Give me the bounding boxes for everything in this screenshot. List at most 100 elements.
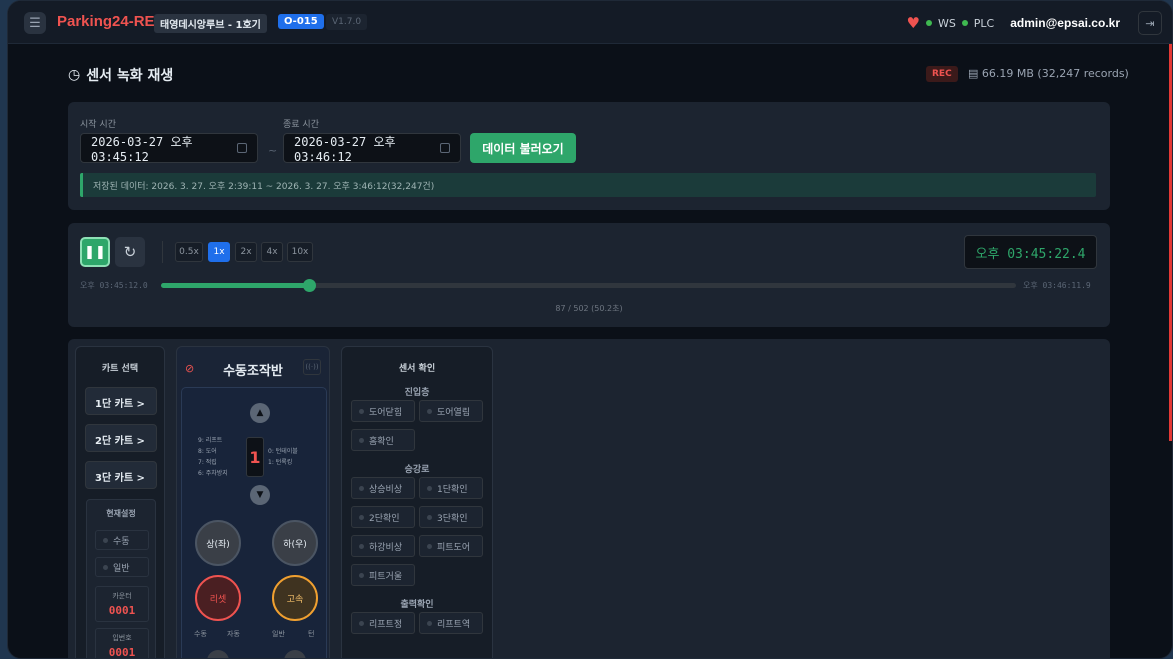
up-left-button[interactable]: 상(좌) bbox=[195, 520, 241, 566]
mode-label: 수동 bbox=[194, 630, 207, 638]
mode-manual-label: 수동 bbox=[113, 536, 130, 547]
sensor-label: 도어닫힘 bbox=[369, 407, 403, 418]
manual-control-panel: ⊘ 수동조작반 ((·)) ▲ 9: 리프트 8: 도어 7: 적립 6: 주차… bbox=[176, 346, 330, 658]
app-window: ☰ Parking24-RE 태영데시앙루브 - 1호기 O-015 V1.7.… bbox=[7, 0, 1173, 659]
status-dot bbox=[427, 485, 432, 491]
refresh-icon: ↻ bbox=[123, 243, 137, 261]
sensor-label: 리프트역 bbox=[437, 619, 471, 630]
sensor-label: 리프트정 bbox=[369, 619, 403, 630]
status-dot bbox=[359, 543, 364, 549]
reset-button[interactable]: 리셋 bbox=[195, 575, 241, 621]
speed-button-0-5x[interactable]: 0.5x bbox=[175, 242, 203, 262]
mode-switch-2[interactable] bbox=[284, 650, 306, 658]
logout-icon[interactable]: ⇥ bbox=[1138, 11, 1162, 35]
cart-3-button[interactable]: 3단 카트 > bbox=[85, 461, 157, 489]
end-time-input[interactable]: 2026-03-27 오후 03:46:12 bbox=[283, 133, 461, 164]
page-title-text: 센서 녹화 재생 bbox=[86, 68, 174, 84]
timeline-end: 오후 03:46:11.9 bbox=[1023, 281, 1091, 290]
database-icon: ▤ bbox=[968, 67, 982, 80]
speed-button-2x[interactable]: 2x bbox=[235, 242, 257, 262]
divider bbox=[162, 241, 163, 263]
ws-label: WS bbox=[937, 16, 956, 30]
status-dot bbox=[359, 514, 364, 520]
status-dot bbox=[103, 564, 108, 570]
mode-label: 일반 bbox=[272, 630, 285, 638]
broadcast-icon[interactable]: ((·)) bbox=[303, 359, 321, 375]
start-time-value: 2026-03-27 오후 03:45:12 bbox=[91, 134, 193, 164]
sensor-indicator: 피트도어 bbox=[419, 535, 483, 557]
status-dot bbox=[359, 408, 364, 414]
range-separator: ~ bbox=[268, 144, 278, 157]
settings-title: 현재설정 bbox=[106, 509, 136, 518]
sensor-section-title: 승강로 bbox=[404, 465, 430, 475]
player-panel: ❚❚ ↻ 0.5x 1x 2x 4x 10x 오후 03:45:22.4 오후 03:4… bbox=[68, 223, 1110, 327]
timeline-thumb[interactable] bbox=[302, 279, 316, 292]
cart-2-button[interactable]: 2단 카트 > bbox=[85, 424, 157, 452]
rec-badge: REC bbox=[926, 66, 958, 82]
calendar-icon[interactable] bbox=[440, 143, 450, 153]
start-time-input[interactable]: 2026-03-27 오후 03:45:12 bbox=[80, 133, 258, 164]
down-right-button[interactable]: 하(우) bbox=[272, 520, 318, 566]
restart-button[interactable]: ↻ bbox=[115, 237, 145, 267]
end-time-value: 2026-03-27 오후 03:46:12 bbox=[294, 134, 396, 164]
plc-status-dot bbox=[961, 20, 968, 26]
fast-button[interactable]: 고속 bbox=[272, 575, 318, 621]
sensor-indicator: 상승비상 bbox=[351, 477, 415, 499]
load-data-button[interactable]: 데이터 불러오기 bbox=[470, 133, 576, 163]
sensor-section-title: 출력확인 bbox=[400, 600, 434, 610]
menu-icon[interactable]: ☰ bbox=[24, 12, 46, 34]
sensor-label: 1단확인 bbox=[437, 484, 468, 495]
sensor-label: 홈확인 bbox=[369, 436, 394, 447]
mode-normal-label: 일반 bbox=[113, 563, 130, 574]
start-time-label: 시작 시간 bbox=[80, 120, 116, 130]
cart-1-button[interactable]: 1단 카트 > bbox=[85, 387, 157, 415]
legend-item: 1: 턴록킹 bbox=[268, 459, 293, 466]
floor-down-button[interactable]: ▼ bbox=[250, 485, 270, 505]
pause-button[interactable]: ❚❚ bbox=[80, 237, 110, 267]
pause-icon: ❚❚ bbox=[84, 244, 106, 260]
page-title: ◷ 센서 녹화 재생 bbox=[68, 65, 173, 85]
plc-label: PLC bbox=[973, 16, 995, 30]
floor-up-button[interactable]: ▲ bbox=[250, 403, 270, 423]
site-badge: 태영데시앙루브 - 1호기 bbox=[154, 14, 267, 33]
heart-icon: ♥ bbox=[906, 14, 920, 32]
legend-item: 0: 턴테이블 bbox=[268, 448, 298, 455]
sensor-indicator: 홈확인 bbox=[351, 429, 415, 451]
connection-status: ♥ WS PLC admin@epsai.co.kr bbox=[906, 14, 1120, 32]
calendar-icon[interactable] bbox=[237, 143, 247, 153]
top-header: ☰ Parking24-RE 태영데시앙루브 - 1호기 O-015 V1.7.… bbox=[8, 1, 1172, 44]
sensor-label: 도어열림 bbox=[437, 407, 471, 418]
brand-title: Parking24-RE bbox=[57, 13, 155, 30]
status-dot bbox=[103, 537, 108, 543]
counter-display: 카운터 0001 bbox=[95, 586, 149, 622]
status-dot bbox=[359, 572, 364, 578]
timeline-slider[interactable] bbox=[161, 279, 1016, 292]
status-dot bbox=[359, 485, 364, 491]
clock-icon: ◷ bbox=[68, 67, 81, 83]
mode-switch-1[interactable] bbox=[207, 650, 229, 658]
counter-value: 0001 bbox=[108, 604, 136, 617]
sensor-check-panel: 센서 확인 진입층 도어닫힘 도어열림 홈확인 승강로 상승비상 1단확인 2단확인 3단확인 하… bbox=[341, 346, 493, 658]
counter-label: 카운터 bbox=[112, 592, 132, 600]
range-panel: 시작 시간 2026-03-27 오후 03:45:12 ~ 종료 시간 202… bbox=[68, 102, 1110, 210]
timeline-progress bbox=[161, 283, 309, 288]
arrow-up-icon: ▲ bbox=[256, 408, 264, 418]
speed-button-4x[interactable]: 4x bbox=[261, 242, 283, 262]
status-dot bbox=[359, 620, 364, 626]
sensor-indicator: 리프트정 bbox=[351, 612, 415, 634]
speed-button-1x[interactable]: 1x bbox=[208, 242, 230, 262]
cart-select-title: 카트 선택 bbox=[101, 364, 139, 374]
playback-clock: 오후 03:45:22.4 bbox=[964, 235, 1097, 269]
user-email: admin@epsai.co.kr bbox=[1010, 16, 1120, 30]
site-code-badge: O-015 bbox=[278, 14, 324, 29]
storage-info: ▤ 66.19 MB (32,247 records) bbox=[968, 67, 1129, 80]
sensor-indicator: 도어열림 bbox=[419, 400, 483, 422]
mode-label: 턴 bbox=[308, 630, 315, 638]
timeline-start: 오후 03:45:12.0 bbox=[80, 281, 148, 290]
legend-item: 7: 적립 bbox=[198, 459, 217, 466]
storage-text: 66.19 MB (32,247 records) bbox=[981, 67, 1129, 80]
sensor-label: 상승비상 bbox=[369, 484, 403, 495]
speed-button-10x[interactable]: 10x bbox=[287, 242, 313, 262]
sensor-label: 하강비상 bbox=[369, 542, 403, 553]
frame-counter: 87 / 502 (50.2초) bbox=[555, 304, 623, 313]
